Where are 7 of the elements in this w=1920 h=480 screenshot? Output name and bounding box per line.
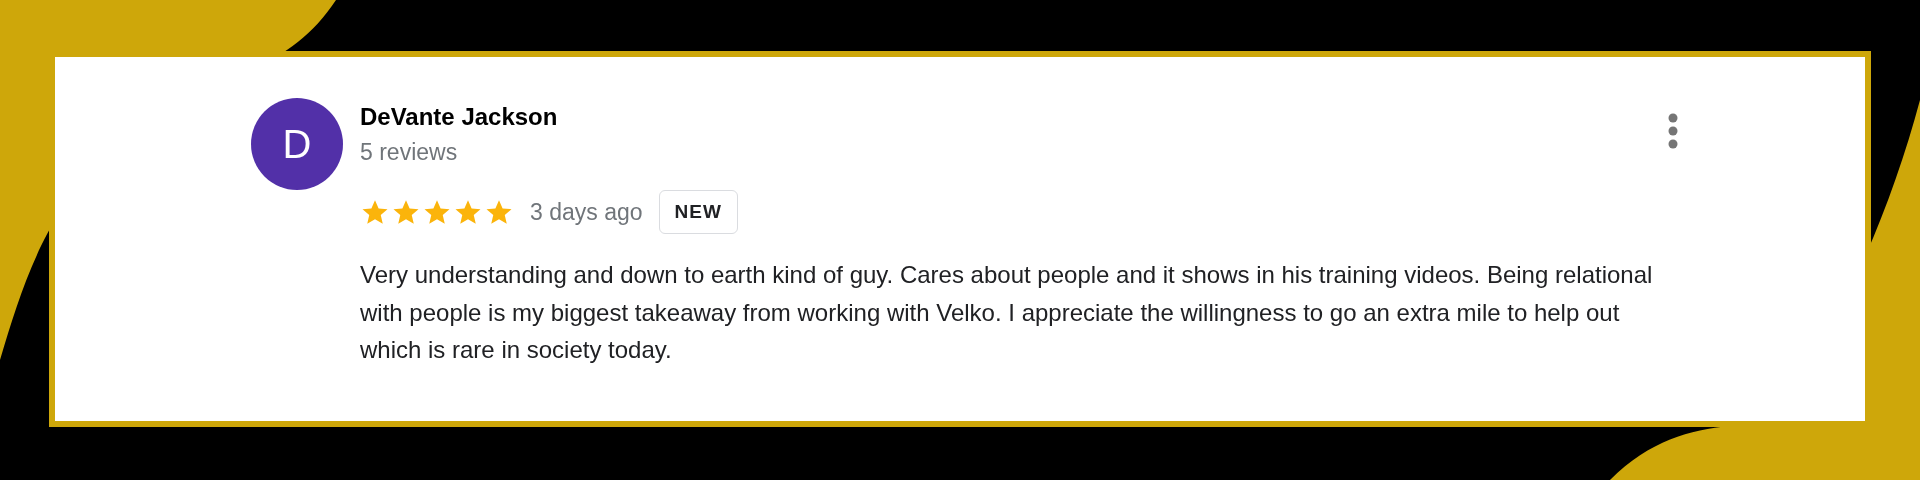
review-text: Very understanding and down to earth kind of guy. Cares about people and it shows in his training videos. Being relational with people is my biggest takeaway from working with Velko. I appreciate the willingness to go an extra mile to help out which is rare in society today. — [360, 260, 1654, 365]
new-badge: NEW — [658, 190, 738, 234]
reviewer-name: DeVante Jackson — [360, 102, 558, 132]
more-options-icon[interactable] — [1667, 113, 1679, 149]
review-count: 5 reviews — [360, 138, 458, 167]
review-date: 3 days ago — [530, 198, 643, 226]
avatar: D — [251, 98, 343, 190]
